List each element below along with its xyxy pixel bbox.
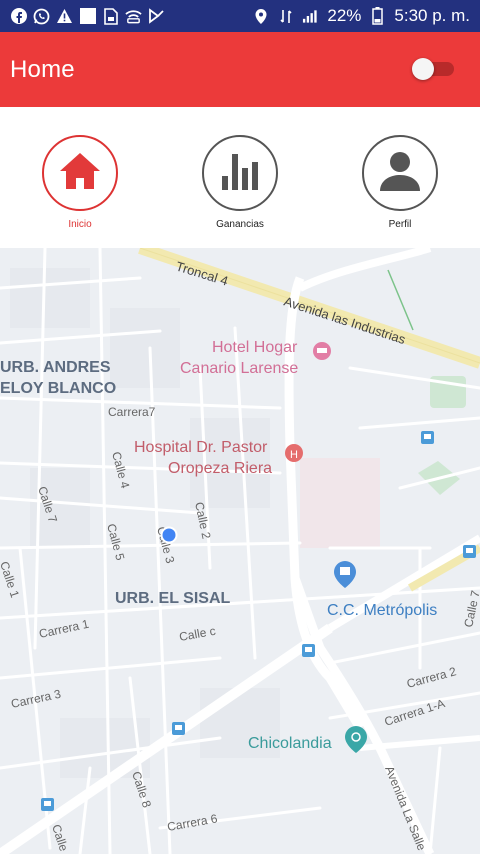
status-icons-left bbox=[10, 7, 165, 25]
status-bar: 22% 5:30 p. m. bbox=[0, 0, 480, 32]
media-icon bbox=[148, 8, 165, 25]
label-carrera7: Carrera7 bbox=[108, 405, 156, 419]
label-urb-andres-2: ELOY BLANCO bbox=[0, 380, 116, 397]
nav-item-inicio[interactable]: Inicio bbox=[40, 135, 120, 230]
bus-stop-icon[interactable] bbox=[463, 545, 476, 558]
home-icon bbox=[58, 151, 102, 196]
signal-icon bbox=[302, 8, 319, 25]
hotel-marker-icon[interactable] bbox=[313, 342, 331, 360]
nav-circle-ganancias[interactable] bbox=[202, 135, 278, 211]
svg-text:H: H bbox=[290, 449, 298, 461]
whatsapp-icon bbox=[33, 8, 50, 25]
label-cc-metropolis: C.C. Metrópolis bbox=[327, 602, 437, 619]
bus-stop-icon[interactable] bbox=[41, 798, 54, 811]
label-hotel-2: Canario Larense bbox=[180, 360, 298, 377]
clock: 5:30 p. m. bbox=[394, 6, 470, 25]
file-icon bbox=[102, 7, 119, 25]
nav-item-perfil[interactable]: Perfil bbox=[360, 135, 440, 230]
map-view[interactable]: Troncal 4 Avenida las Industrias Hotel H… bbox=[0, 248, 480, 854]
battery-percent: 22% bbox=[327, 6, 362, 25]
label-chicolandia: Chicolandia bbox=[248, 735, 332, 752]
nav-circle-perfil[interactable] bbox=[362, 135, 438, 211]
location-icon bbox=[252, 8, 269, 25]
app-bar: Home bbox=[0, 32, 480, 107]
hospital-marker-icon[interactable]: H bbox=[285, 444, 303, 462]
label-hospital-2: Oropeza Riera bbox=[168, 460, 272, 477]
image-icon bbox=[79, 8, 96, 25]
label-hospital-1: Hospital Dr. Pastor bbox=[134, 439, 268, 456]
status-icons-right: 22% 5:30 p. m. bbox=[252, 6, 470, 26]
toggle-thumb[interactable] bbox=[412, 58, 434, 80]
wifi-icon bbox=[125, 8, 142, 25]
nav-strip: Inicio Ganancias Perfil bbox=[0, 107, 480, 248]
data-icon bbox=[277, 8, 294, 25]
warning-icon bbox=[56, 8, 73, 25]
facebook-icon bbox=[10, 8, 27, 25]
nav-label-perfil: Perfil bbox=[388, 219, 412, 230]
bus-stop-icon[interactable] bbox=[302, 644, 315, 657]
nav-label-inicio: Inicio bbox=[68, 219, 92, 230]
label-hotel-1: Hotel Hogar bbox=[212, 339, 298, 356]
bus-stop-icon[interactable] bbox=[172, 722, 185, 735]
nav-label-ganancias: Ganancias bbox=[216, 219, 264, 230]
nav-item-ganancias[interactable]: Ganancias bbox=[200, 135, 280, 230]
person-icon bbox=[378, 149, 422, 198]
battery-icon bbox=[369, 7, 386, 25]
nav-circle-inicio[interactable] bbox=[42, 135, 118, 211]
status-toggle[interactable] bbox=[412, 58, 454, 80]
label-urb-andres-1: URB. ANDRES bbox=[0, 359, 111, 376]
bus-stop-icon[interactable] bbox=[421, 431, 434, 444]
label-urb-sisal: URB. EL SISAL bbox=[115, 590, 231, 607]
current-location-dot bbox=[160, 526, 178, 544]
map-canvas[interactable]: Troncal 4 Avenida las Industrias Hotel H… bbox=[0, 248, 480, 854]
page-title: Home bbox=[10, 55, 75, 83]
bar-chart-icon bbox=[220, 150, 260, 197]
